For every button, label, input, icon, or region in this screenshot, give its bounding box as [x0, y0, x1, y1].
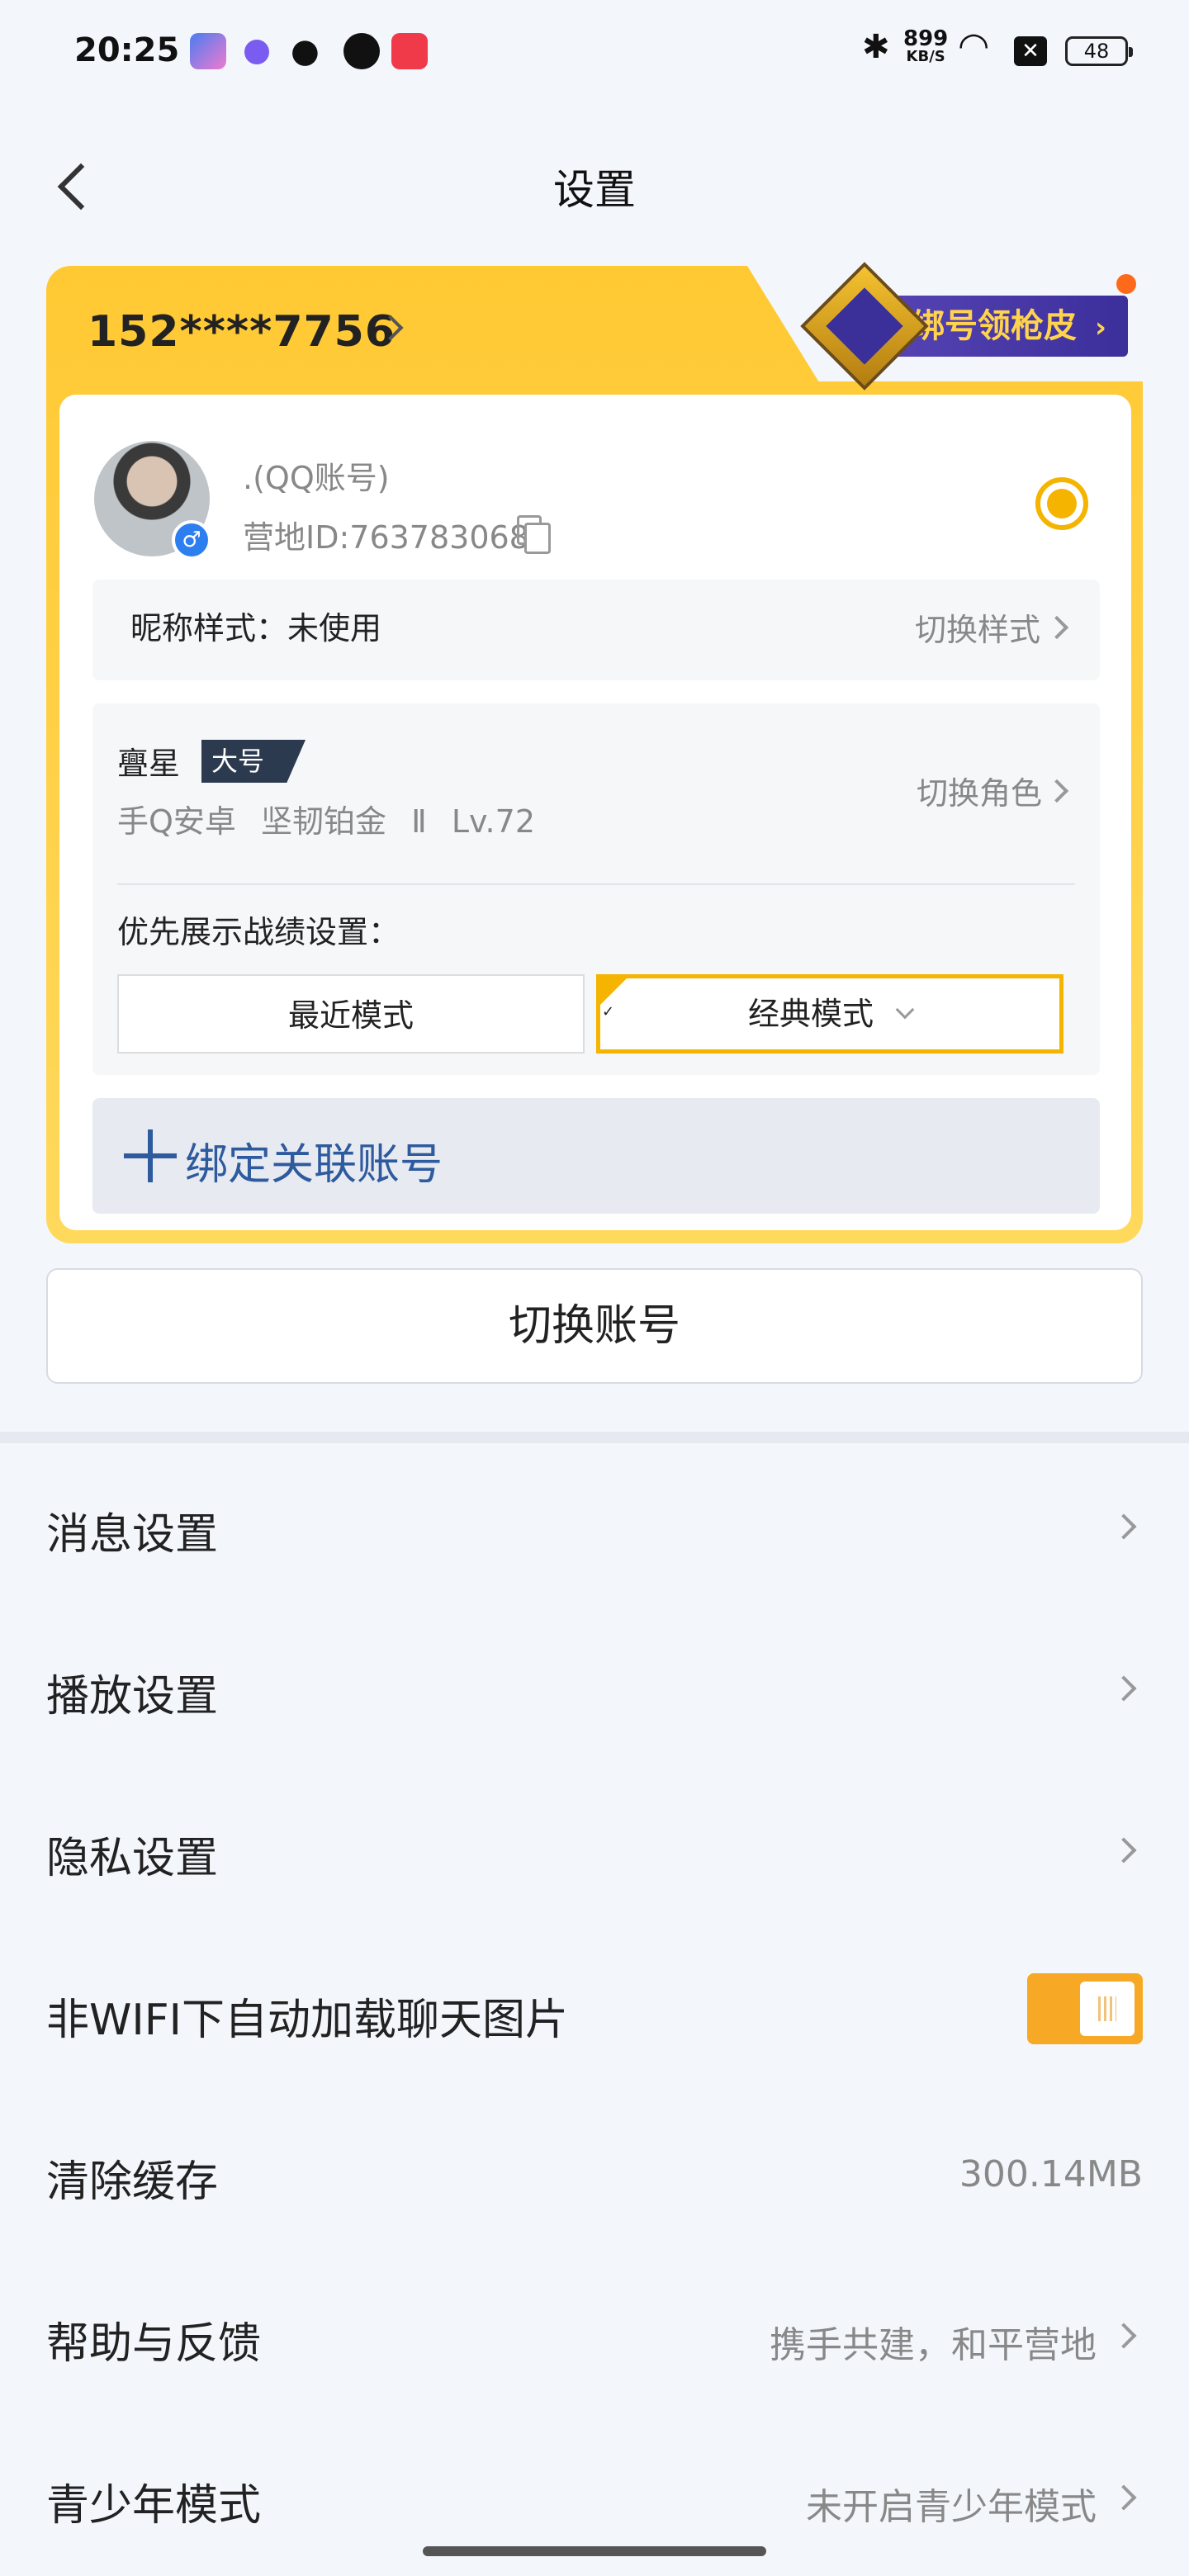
toggle-knob: [1080, 1982, 1135, 2036]
skin-banner-label: 绑号领枪皮: [912, 307, 1077, 345]
plus-icon: [124, 1129, 177, 1182]
auto-load-images-item: 非WIFI下自动加载聊天图片: [0, 1935, 1189, 2097]
home-indicator[interactable]: [423, 2546, 766, 2556]
music-app-icon: [391, 33, 428, 69]
chevron-right-icon: [1111, 2323, 1137, 2349]
bind-linked-account-button[interactable]: 绑定关联账号: [92, 1098, 1100, 1214]
role-panel: 亹星 大号 手Q安卓 坚韧铂金 Ⅱ Lv.72 切换角色 优先展示战绩设置： 最…: [92, 703, 1100, 1075]
nickname-style-label: 昵称样式：未使用: [130, 610, 382, 646]
net-speed: 899 KB/S: [903, 26, 949, 65]
switch-role-link[interactable]: 切换角色: [917, 768, 1042, 813]
copy-icon[interactable]: [517, 515, 551, 554]
wechat-icon: ●: [291, 32, 320, 70]
bind-linked-account-label: 绑定关联账号: [185, 1140, 443, 1190]
menu-label: 非WIFI下自动加载聊天图片: [46, 1996, 568, 2045]
male-gender-icon: ♂: [172, 520, 211, 560]
account-name: .(QQ账号): [243, 460, 390, 496]
chevron-right-icon: [1045, 779, 1069, 803]
shield-app-icon: [343, 33, 380, 69]
menu-label: 消息设置: [46, 1510, 219, 1560]
privacy-settings-item[interactable]: 隐私设置: [0, 1773, 1189, 1935]
chevron-right-icon: [1111, 1837, 1137, 1863]
clock: 20:25: [74, 31, 180, 69]
switch-style-link[interactable]: 切换样式: [915, 604, 1040, 650]
game-app-icon: [190, 33, 226, 69]
battery-indicator: 48: [1065, 36, 1133, 66]
role-name: 亹星: [117, 746, 181, 782]
recent-mode-label: 最近模式: [287, 997, 414, 1034]
classic-mode-label: 经典模式: [747, 996, 874, 1032]
bluetooth-icon: ✱: [862, 28, 890, 66]
menu-label: 清除缓存: [46, 2157, 219, 2207]
chevron-right-icon: ›: [1094, 311, 1106, 344]
selected-check-icon: [600, 977, 627, 1048]
menu-label: 青少年模式: [46, 2481, 262, 2531]
chevron-down-icon: [895, 1000, 915, 1020]
help-feedback-item[interactable]: 帮助与反馈 携手共建，和平营地: [0, 2259, 1189, 2421]
chevron-right-icon: [1111, 1675, 1137, 1702]
message-settings-item[interactable]: 消息设置: [0, 1450, 1189, 1612]
page-title: 设置: [553, 166, 636, 214]
nickname-style-row[interactable]: 昵称样式：未使用 切换样式: [92, 580, 1100, 680]
wifi-icon: ◠: [958, 25, 990, 67]
chevron-right-icon: [1111, 1513, 1137, 1540]
menu-label: 隐私设置: [46, 1834, 219, 1883]
chat-app-icon: [244, 40, 269, 64]
camp-id: 营地ID:763783068: [243, 519, 529, 556]
teen-mode-status: 未开启青少年模式: [806, 2486, 1097, 2528]
help-slogan: 携手共建，和平营地: [770, 2324, 1097, 2366]
clear-cache-item[interactable]: 清除缓存 300.14MB: [0, 2097, 1189, 2259]
sim-off-icon: ✕: [1014, 36, 1047, 66]
chevron-right-icon: [1045, 615, 1069, 640]
role-detail: 手Q安卓 坚韧铂金 Ⅱ Lv.72: [117, 803, 535, 840]
notification-dot: [1116, 274, 1136, 294]
phone-number[interactable]: 152****7756: [88, 307, 396, 357]
section-divider: [0, 1432, 1189, 1443]
auto-load-toggle[interactable]: [1027, 1973, 1143, 2044]
cache-size: 300.14MB: [959, 2153, 1143, 2195]
playback-settings-item[interactable]: 播放设置: [0, 1612, 1189, 1773]
switch-account-button[interactable]: 切换账号: [46, 1268, 1143, 1384]
record-pref-label: 优先展示战绩设置：: [117, 914, 400, 950]
recent-mode-button[interactable]: 最近模式: [117, 974, 585, 1054]
menu-label: 播放设置: [46, 1672, 219, 1721]
main-account-tag: 大号: [201, 740, 306, 783]
menu-label: 帮助与反馈: [46, 2319, 262, 2369]
divider: [117, 883, 1075, 885]
chevron-right-icon: [1111, 2484, 1137, 2511]
status-bar: 20:25 ● ✱ 899 KB/S ◠ ✕ 48: [0, 0, 1189, 107]
account-selected-radio[interactable]: [1035, 477, 1088, 530]
classic-mode-button[interactable]: 经典模式: [596, 974, 1063, 1054]
